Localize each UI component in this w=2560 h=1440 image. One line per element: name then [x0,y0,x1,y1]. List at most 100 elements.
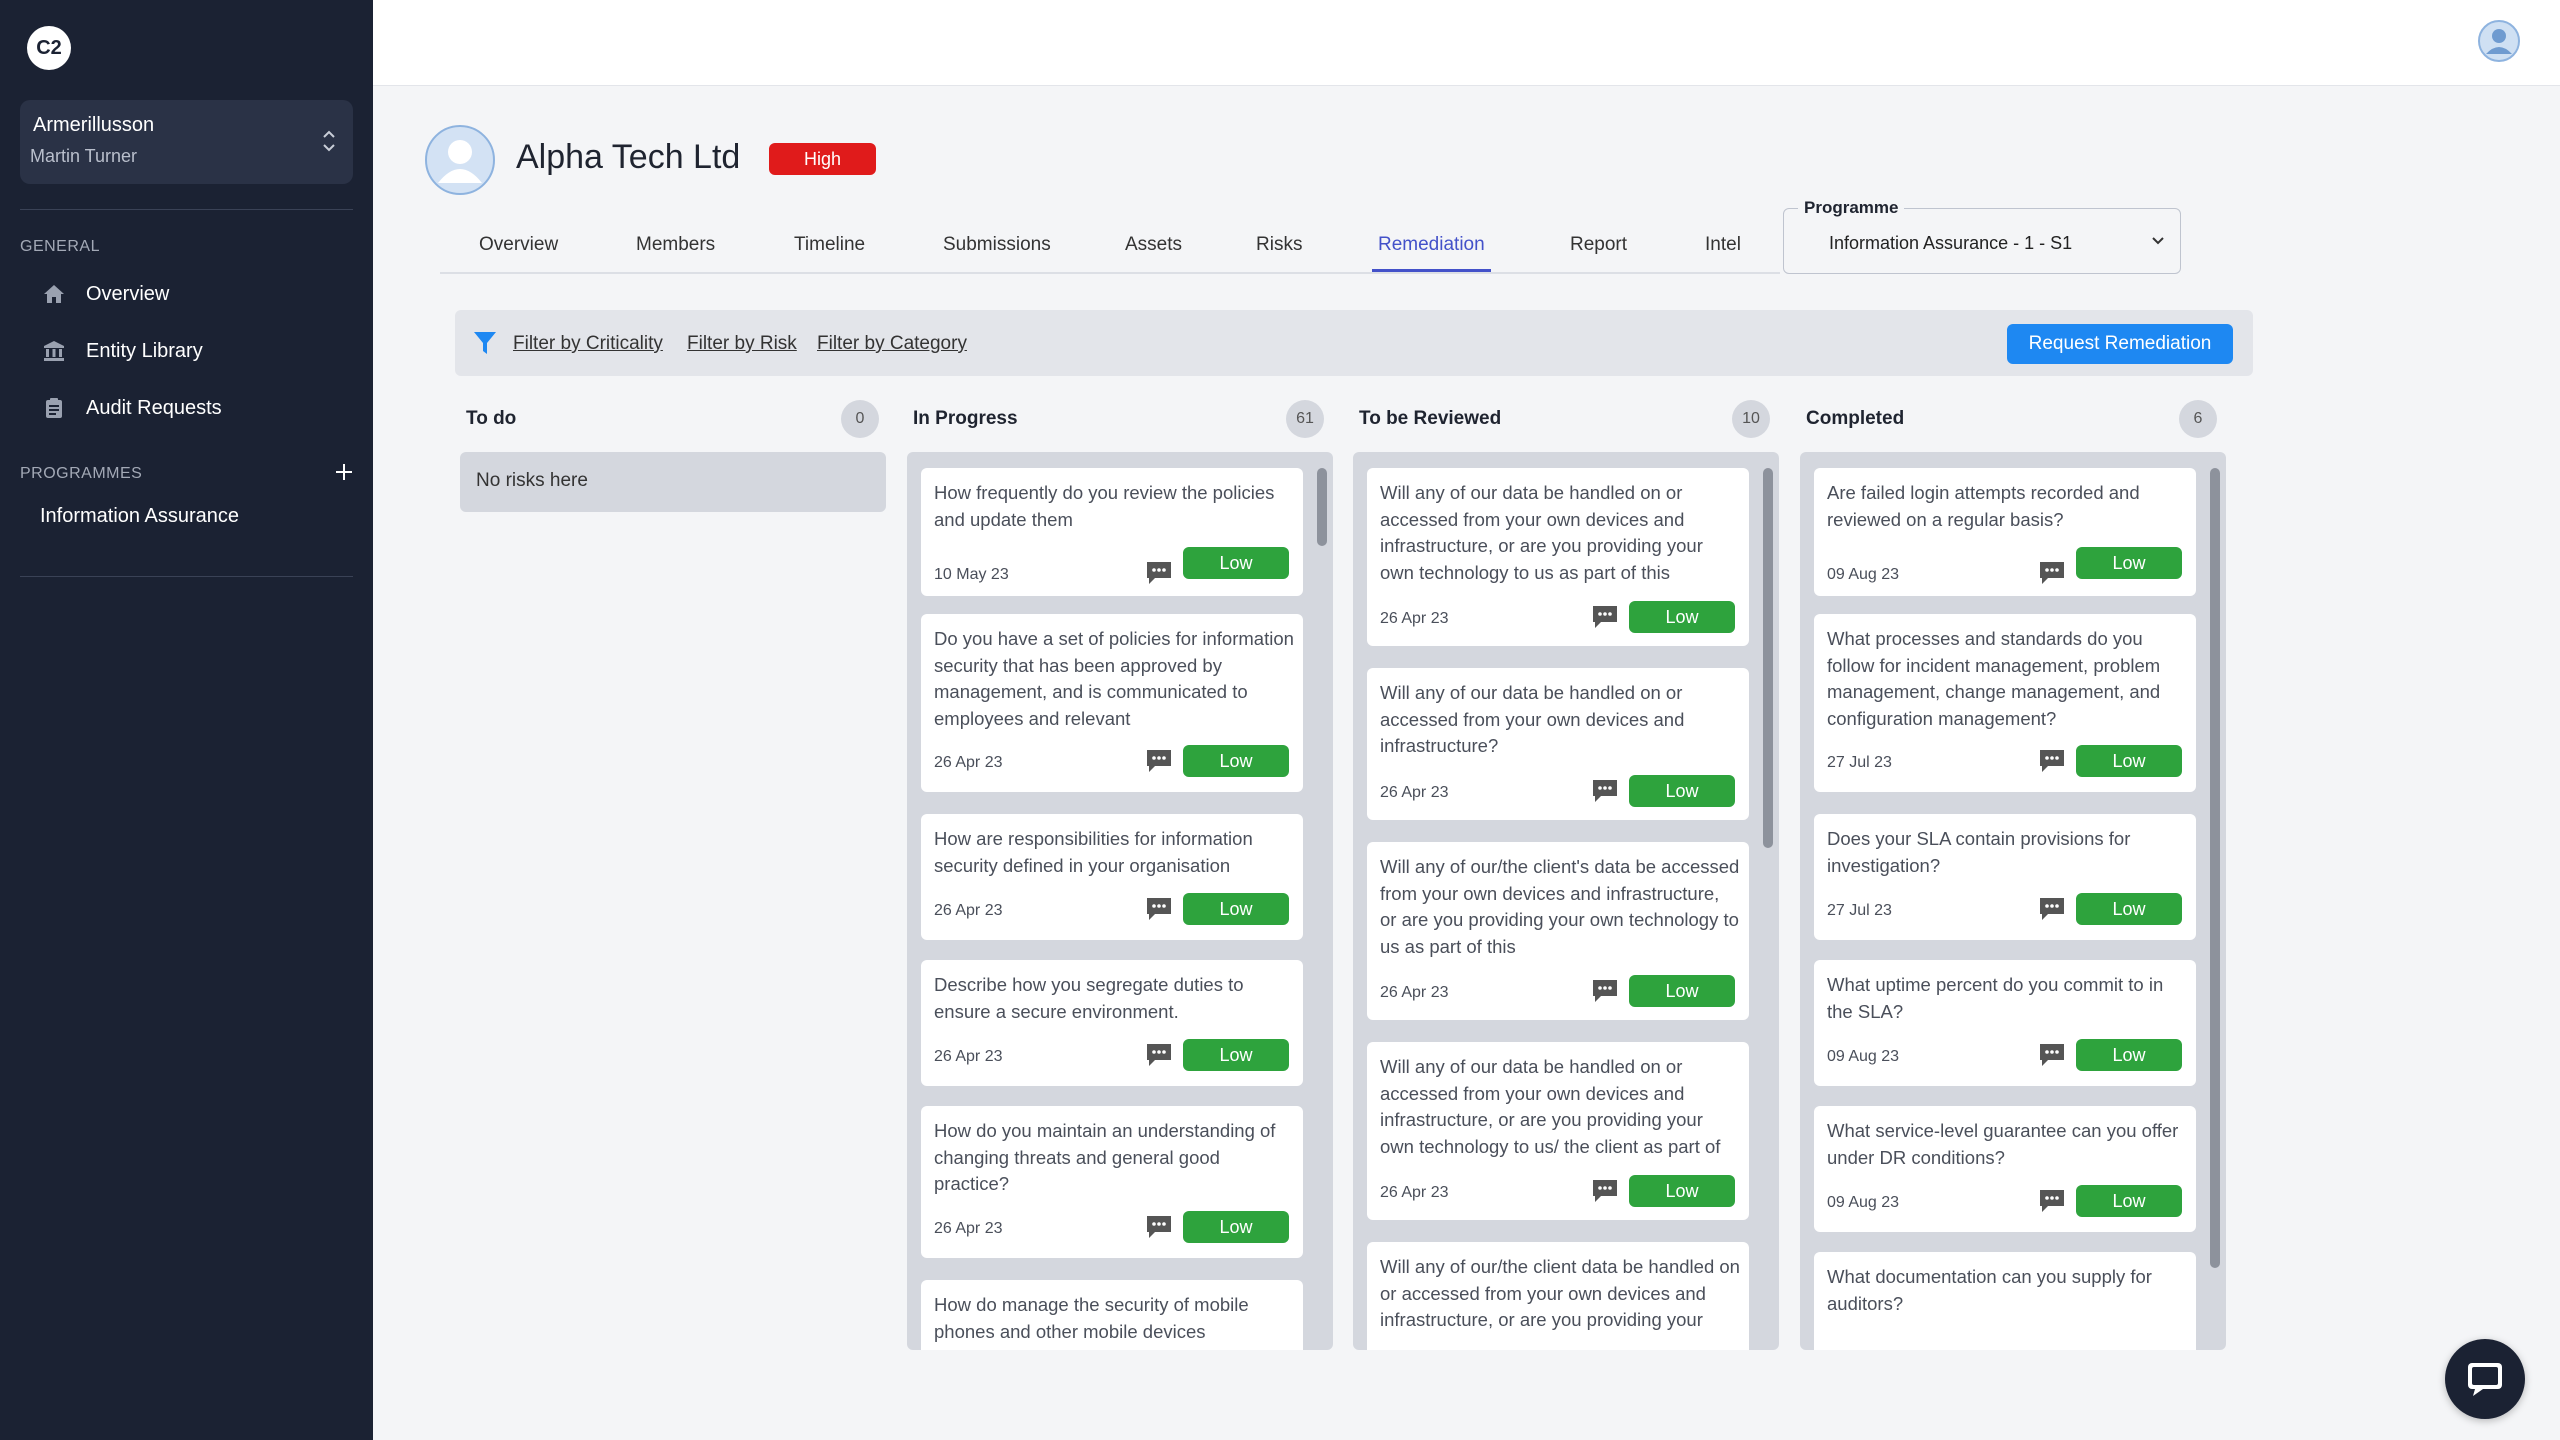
comment-icon[interactable] [2038,560,2066,586]
comment-icon[interactable] [2038,1042,2066,1068]
criticality-badge: Low [1629,601,1735,633]
chat-button[interactable] [2445,1339,2525,1419]
tab-overview[interactable]: Overview [479,234,558,256]
card-question: Does your SLA contain provisions for inv… [1827,828,2131,876]
card-date: 26 Apr 23 [1380,610,1449,627]
risk-card[interactable]: Does your SLA contain provisions for inv… [1814,814,2196,940]
card-question: What documentation can you supply for au… [1827,1266,2152,1314]
risk-card[interactable]: Will any of our data be handled on or ac… [1367,468,1749,646]
comment-icon[interactable] [1145,560,1173,586]
column-scrollbar[interactable] [1763,468,1773,848]
tab-intel[interactable]: Intel [1705,234,1741,256]
tab-members[interactable]: Members [636,234,715,256]
card-date: 10 May 23 [934,566,1009,583]
card-date: 26 Apr 23 [934,754,1003,771]
risk-card[interactable]: Do you have a set of policies for inform… [921,614,1303,792]
risk-card[interactable]: What processes and standards do you foll… [1814,614,2196,792]
card-question: How frequently do you review the policie… [934,482,1275,530]
card-question: What processes and standards do you foll… [1827,628,2161,729]
criticality-badge: Low [1183,1039,1289,1071]
risk-card[interactable]: Will any of our data be handled on or ac… [1367,1042,1749,1220]
column-scrollbar[interactable] [1317,468,1327,546]
card-question: Do you have a set of policies for inform… [934,628,1294,729]
column-count-badge: 61 [1286,400,1324,438]
risk-card[interactable]: Describe how you segregate duties to ens… [921,960,1303,1086]
column-header-in-progress: In Progress 61 [913,400,1327,438]
criticality-badge: Low [2076,547,2182,579]
risk-card[interactable]: Will any of our data be handled on or ac… [1367,668,1749,820]
entity-avatar [425,125,495,195]
criticality-badge: Low [1629,775,1735,807]
criticality-badge: Low [1183,1211,1289,1243]
column-completed[interactable]: Are failed login attempts recorded and r… [1800,452,2226,1350]
card-question: Will any of our/the client's data be acc… [1380,856,1740,957]
comment-icon[interactable] [1591,604,1619,630]
org-name: Armerillusson [33,114,155,136]
column-title: To do [466,408,517,429]
sidebar-item-overview[interactable]: Overview [40,274,169,314]
add-programme-icon[interactable] [332,460,356,484]
card-date: 26 Apr 23 [934,902,1003,919]
comment-icon[interactable] [1145,1214,1173,1240]
risk-card[interactable]: What service-level guarantee can you off… [1814,1106,2196,1232]
risk-card[interactable]: What documentation can you supply for au… [1814,1252,2196,1350]
filter-by-risk-link[interactable]: Filter by Risk [687,333,797,355]
tab-report[interactable]: Report [1570,234,1627,256]
tab-timeline[interactable]: Timeline [794,234,865,256]
sidebar-item-entity-library[interactable]: Entity Library [40,331,203,371]
column-to-be-reviewed[interactable]: Will any of our data be handled on or ac… [1353,452,1779,1350]
column-title: To be Reviewed [1359,408,1502,429]
risk-card[interactable]: How are responsibilities for information… [921,814,1303,940]
tab-risks[interactable]: Risks [1256,234,1302,256]
card-question: How do you maintain an understanding of … [934,1120,1276,1194]
column-header-todo: To do 0 [466,400,880,438]
comment-icon[interactable] [1145,896,1173,922]
filter-by-category-link[interactable]: Filter by Category [817,333,967,355]
sidebar-item-information-assurance[interactable]: Information Assurance [40,505,239,528]
column-scrollbar[interactable] [2210,468,2220,1268]
user-avatar-icon[interactable] [2478,20,2520,62]
card-question: Describe how you segregate duties to ens… [934,974,1244,1022]
tab-submissions[interactable]: Submissions [943,234,1051,256]
request-remediation-button[interactable]: Request Remediation [2007,324,2233,364]
risk-card[interactable]: Will any of our/the client's data be acc… [1367,842,1749,1020]
column-header-to-be-reviewed: To be Reviewed 10 [1359,400,1773,438]
programme-select-label: Programme [1798,198,1905,218]
card-date: 27 Jul 23 [1827,902,1892,919]
programme-select[interactable]: Programme Information Assurance - 1 - S1 [1783,198,2181,274]
sidebar-item-audit-requests[interactable]: Audit Requests [40,388,222,428]
comment-icon[interactable] [2038,896,2066,922]
comment-icon[interactable] [1591,1178,1619,1204]
column-header-completed: Completed 6 [1806,400,2220,438]
column-in-progress[interactable]: How frequently do you review the policie… [907,452,1333,1350]
card-question: What uptime percent do you commit to in … [1827,974,2164,1022]
comment-icon[interactable] [1591,978,1619,1004]
criticality-badge: Low [1183,893,1289,925]
home-icon [40,280,68,308]
card-date: 09 Aug 23 [1827,1194,1900,1211]
sidebar-item-label: Audit Requests [86,396,222,419]
tab-assets[interactable]: Assets [1125,234,1182,256]
filter-by-criticality-link[interactable]: Filter by Criticality [513,333,663,355]
comment-icon[interactable] [2038,1188,2066,1214]
filter-icon [474,332,496,354]
app-logo[interactable]: C2 [27,26,71,70]
sidebar-item-label: Overview [86,282,170,305]
risk-card[interactable]: How do manage the security of mobile pho… [921,1280,1303,1350]
tab-remediation[interactable]: Remediation [1372,234,1491,272]
comment-icon[interactable] [1591,778,1619,804]
risk-card[interactable]: Are failed login attempts recorded and r… [1814,468,2196,596]
org-switcher[interactable]: Armerillusson Martin Turner [20,100,353,184]
column-todo: No risks here [460,452,886,512]
risk-card[interactable]: How frequently do you review the policie… [921,468,1303,596]
risk-card[interactable]: How do you maintain an understanding of … [921,1106,1303,1258]
risk-card[interactable]: What uptime percent do you commit to in … [1814,960,2196,1086]
card-question: What service-level guarantee can you off… [1827,1120,2179,1168]
comment-icon[interactable] [2038,748,2066,774]
card-date: 26 Apr 23 [1380,1184,1449,1201]
comment-icon[interactable] [1145,1042,1173,1068]
risk-card[interactable]: Will any of our/the client data be handl… [1367,1242,1749,1350]
column-title: Completed [1806,408,1905,429]
comment-icon[interactable] [1145,748,1173,774]
column-count-badge: 6 [2179,400,2217,438]
